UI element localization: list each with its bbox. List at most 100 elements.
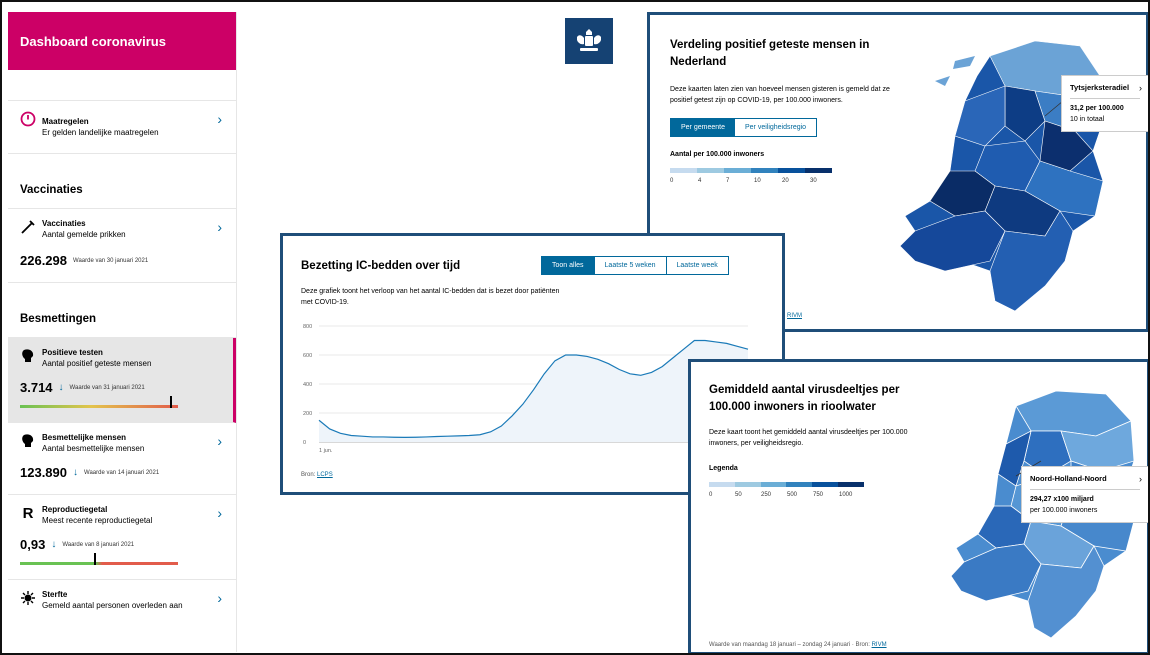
card-title: Verdeling positief geteste mensen in Ned…	[670, 39, 870, 69]
tab-laatste-5-weken[interactable]: Laatste 5 weken	[593, 257, 666, 274]
tab-laatste-week[interactable]: Laatste week	[665, 257, 728, 274]
person-head-icon	[20, 348, 36, 364]
tooltip-value: 31,2 per 100.000	[1070, 105, 1124, 112]
sidebar-item-subtitle: Meest recente reproductiegetal	[42, 516, 153, 525]
legend-swatch	[697, 167, 724, 173]
signal-marker	[94, 553, 96, 565]
arrow-down-icon: ↓	[51, 539, 57, 550]
netherlands-municipality-map[interactable]	[895, 21, 1125, 321]
card-title: Bezetting IC-bedden over tijd	[301, 260, 461, 272]
sidebar-header[interactable]: Dashboard coronavirus	[8, 12, 236, 70]
sidebar-item-subtitle: Aantal positief geteste mensen	[42, 359, 152, 368]
syringe-icon	[20, 219, 36, 235]
legend-swatch	[751, 167, 778, 173]
source-link[interactable]: RIVM	[787, 313, 802, 319]
tooltip-unit: per 100.000 inwoners	[1030, 507, 1098, 515]
legend-tick-label: 0	[670, 177, 674, 184]
legend-tick-label: 50	[735, 491, 742, 498]
card-title: Gemiddeld aantal virusdeeltjes per 100.0…	[709, 384, 900, 414]
legend-tick-label: 500	[787, 491, 798, 498]
value-date: Waarde van 30 januari 2021	[73, 257, 149, 264]
legend-tick-label: 10	[754, 177, 761, 184]
y-tick-label: 800	[303, 324, 312, 330]
tooltip-title: Noord-Holland-Noord	[1030, 473, 1140, 490]
chevron-right-icon: ›	[217, 219, 222, 235]
legend-title: Legenda	[709, 464, 738, 472]
footer-text: Waarde van maandag 18 januari – zondag 2…	[709, 642, 870, 648]
tab-per-veiligheidsregio[interactable]: Per veiligheidsregio	[734, 118, 817, 136]
clock-alert-icon	[20, 111, 36, 127]
sidebar-item-positieve-testen[interactable]: Positieve testen Aantal positief geteste…	[8, 338, 236, 423]
x-tick-label: 1 jun.	[319, 448, 333, 454]
legend-swatch	[760, 481, 787, 487]
sidebar-item-reproductiegetal[interactable]: R Reproductiegetal Meest recente reprodu…	[8, 495, 236, 580]
legend-tick-label: 30	[810, 177, 817, 184]
signal-bar	[20, 396, 178, 408]
map-toggle-tabs: Per gemeente Per veiligheidsregio	[670, 117, 818, 137]
legend-swatch	[724, 167, 751, 173]
series-area	[319, 340, 748, 442]
coat-of-arms-icon	[577, 29, 601, 51]
sidebar-item-subtitle: Aantal besmettelijke mensen	[42, 444, 145, 453]
value: 123.890	[20, 465, 67, 480]
sidebar-item-subtitle: Er gelden landelijke maatregelen	[42, 128, 159, 137]
chevron-right-icon: ›	[217, 505, 222, 521]
chevron-right-icon: ›	[217, 111, 222, 127]
sidebar-item-besmettelijke-mensen[interactable]: Besmettelijke mensen Aantal besmettelijk…	[8, 423, 236, 495]
source-line: Bron: LCPS	[301, 472, 333, 478]
legend-swatch	[838, 481, 864, 487]
legend-color-bar	[709, 481, 864, 487]
tab-per-gemeente[interactable]: Per gemeente	[671, 118, 735, 136]
value-date: Waarde van 31 januari 2021	[69, 384, 145, 391]
legend-swatch	[786, 481, 813, 487]
tooltip-value: 294,27 x100 miljard	[1030, 496, 1094, 503]
chevron-right-icon: ›	[1139, 83, 1142, 93]
chevron-right-icon: ›	[217, 590, 222, 606]
card-description: Deze kaarten laten zien van hoeveel mens…	[670, 85, 890, 104]
value: 3.714	[20, 380, 53, 395]
map-card-rioolwater: Gemiddeld aantal virusdeeltjes per 100.0…	[688, 359, 1148, 653]
signal-marker	[170, 396, 172, 408]
tooltip-title: Tytsjerksteradiel	[1070, 82, 1140, 99]
source-line: Waarde van maandag 18 januari – zondag 2…	[709, 642, 887, 648]
sidebar-item-vaccinaties[interactable]: Vaccinaties Aantal gemelde prikken › 226…	[8, 209, 236, 283]
sidebar-item-title: Besmettelijke mensen	[42, 433, 127, 442]
tab-toon-alles[interactable]: Toon alles	[542, 257, 594, 274]
sidebar-item-title: Reproductiegetal	[42, 505, 108, 514]
screenshot-frame: Dashboard coronavirus Maatregelen Er gel…	[0, 0, 1150, 655]
sidebar-item-title: Vaccinaties	[42, 219, 86, 228]
arrow-down-icon: ↓	[73, 467, 78, 478]
y-tick-label: 200	[303, 411, 312, 417]
section-heading-vaccinaties: Vaccinaties	[20, 184, 83, 196]
y-tick-label: 400	[303, 382, 312, 388]
legend-title: Aantal per 100.000 inwoners	[670, 150, 765, 158]
legend-swatch	[778, 167, 805, 173]
legend-ticks: 0 50 250 500 750 1000	[709, 492, 939, 498]
sidebar-item-maatregelen[interactable]: Maatregelen Er gelden landelijke maatreg…	[8, 101, 236, 154]
legend-tick-label: 0	[709, 491, 713, 498]
person-head-icon	[20, 433, 36, 449]
sidebar-item-title: Sterfte	[42, 590, 68, 599]
legend-tick-label: 1000	[839, 491, 853, 498]
legend-tick-label: 250	[761, 491, 772, 498]
sidebar-item-title: Maatregelen	[42, 117, 89, 126]
sidebar-item-sterfte[interactable]: Sterfte Gemeld aantal personen overleden…	[8, 580, 236, 620]
value-date: Waarde van 14 januari 2021	[84, 469, 160, 476]
source-link[interactable]: LCPS	[317, 472, 333, 478]
map-tooltip: Noord-Holland-Noord › 294,27 x100 miljar…	[1021, 466, 1148, 524]
legend-tick-label: 750	[813, 491, 824, 498]
legend-swatch	[709, 481, 735, 487]
legend-ticks: 0 4 7 10 20 30	[670, 178, 900, 184]
virus-icon	[20, 590, 36, 606]
source-link[interactable]: RIVM	[872, 642, 887, 648]
chevron-right-icon: ›	[217, 433, 222, 449]
legend-swatch	[812, 481, 839, 487]
card-description: Deze kaart toont het gemiddeld aantal vi…	[709, 428, 908, 447]
value: 226.298	[20, 253, 67, 268]
legend-swatch	[670, 167, 697, 173]
section-heading-besmettingen: Besmettingen	[20, 313, 97, 325]
y-tick-label: 600	[303, 353, 312, 359]
time-range-tabs: Toon alles Laatste 5 weken Laatste week	[541, 256, 729, 275]
arrow-down-icon: ↓	[58, 382, 64, 393]
government-logo	[565, 18, 613, 64]
